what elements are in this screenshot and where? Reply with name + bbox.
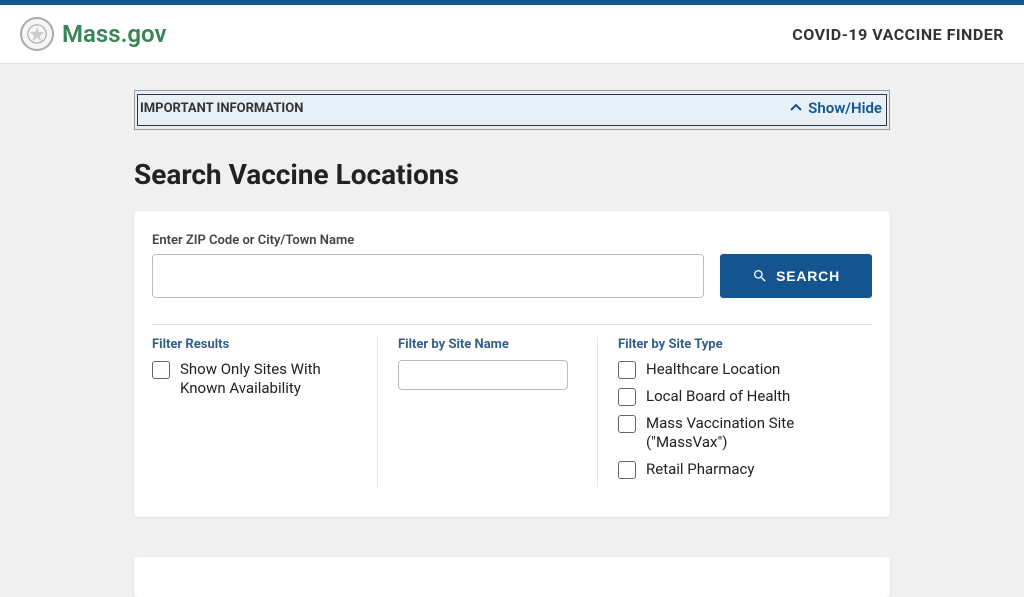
filter-results-col: Filter Results Show Only Sites With Know… xyxy=(152,337,378,487)
search-card: Enter ZIP Code or City/Town Name SEARCH … xyxy=(134,211,890,517)
site-type-checkbox-1[interactable] xyxy=(618,388,636,406)
filter-results-heading: Filter Results xyxy=(152,337,357,352)
state-seal-icon xyxy=(20,17,54,51)
filter-site-type-col: Filter by Site Type Healthcare Location … xyxy=(598,337,872,487)
filter-site-type-heading: Filter by Site Type xyxy=(618,337,852,352)
site-type-label-1: Local Board of Health xyxy=(646,387,790,406)
site-type-label-3: Retail Pharmacy xyxy=(646,460,755,479)
site-type-checkbox-0[interactable] xyxy=(618,361,636,379)
site-type-row-0: Healthcare Location xyxy=(618,360,852,379)
search-button[interactable]: SEARCH xyxy=(720,254,872,298)
search-icon xyxy=(752,268,768,284)
search-button-label: SEARCH xyxy=(776,268,840,284)
chevron-up-icon xyxy=(790,102,802,114)
site-header: Mass.gov COVID-19 VACCINE FINDER xyxy=(0,5,1024,64)
logo-area[interactable]: Mass.gov xyxy=(20,17,166,51)
availability-checkbox[interactable] xyxy=(152,361,170,379)
info-banner: IMPORTANT INFORMATION Show/Hide xyxy=(134,90,890,130)
site-type-row-2: Mass Vaccination Site ("MassVax") xyxy=(618,414,852,452)
filters-row: Filter Results Show Only Sites With Know… xyxy=(152,324,872,487)
results-card-placeholder xyxy=(134,557,890,597)
availability-checkbox-row: Show Only Sites With Known Availability xyxy=(152,360,357,398)
main-container: IMPORTANT INFORMATION Show/Hide Search V… xyxy=(134,64,890,597)
search-row: Enter ZIP Code or City/Town Name SEARCH xyxy=(152,233,872,298)
page-title: Search Vaccine Locations xyxy=(134,158,890,191)
search-input-wrap: Enter ZIP Code or City/Town Name xyxy=(152,233,704,298)
site-type-label-2: Mass Vaccination Site ("MassVax") xyxy=(646,414,852,452)
availability-label: Show Only Sites With Known Availability xyxy=(180,360,357,398)
zip-input[interactable] xyxy=(152,254,704,298)
site-name: Mass.gov xyxy=(62,20,166,48)
site-name-input[interactable] xyxy=(398,360,568,390)
filter-site-name-col: Filter by Site Name xyxy=(378,337,598,487)
info-banner-label: IMPORTANT INFORMATION xyxy=(140,101,303,116)
show-hide-toggle[interactable]: Show/Hide xyxy=(790,99,882,117)
info-banner-inner: IMPORTANT INFORMATION Show/Hide xyxy=(137,94,887,126)
header-title: COVID-19 VACCINE FINDER xyxy=(792,25,1004,44)
show-hide-label: Show/Hide xyxy=(808,99,882,117)
site-type-checkbox-2[interactable] xyxy=(618,415,636,433)
filter-site-name-heading: Filter by Site Name xyxy=(398,337,577,352)
zip-label: Enter ZIP Code or City/Town Name xyxy=(152,233,704,248)
site-type-row-3: Retail Pharmacy xyxy=(618,460,852,479)
site-type-label-0: Healthcare Location xyxy=(646,360,780,379)
site-type-row-1: Local Board of Health xyxy=(618,387,852,406)
site-type-checkbox-3[interactable] xyxy=(618,461,636,479)
